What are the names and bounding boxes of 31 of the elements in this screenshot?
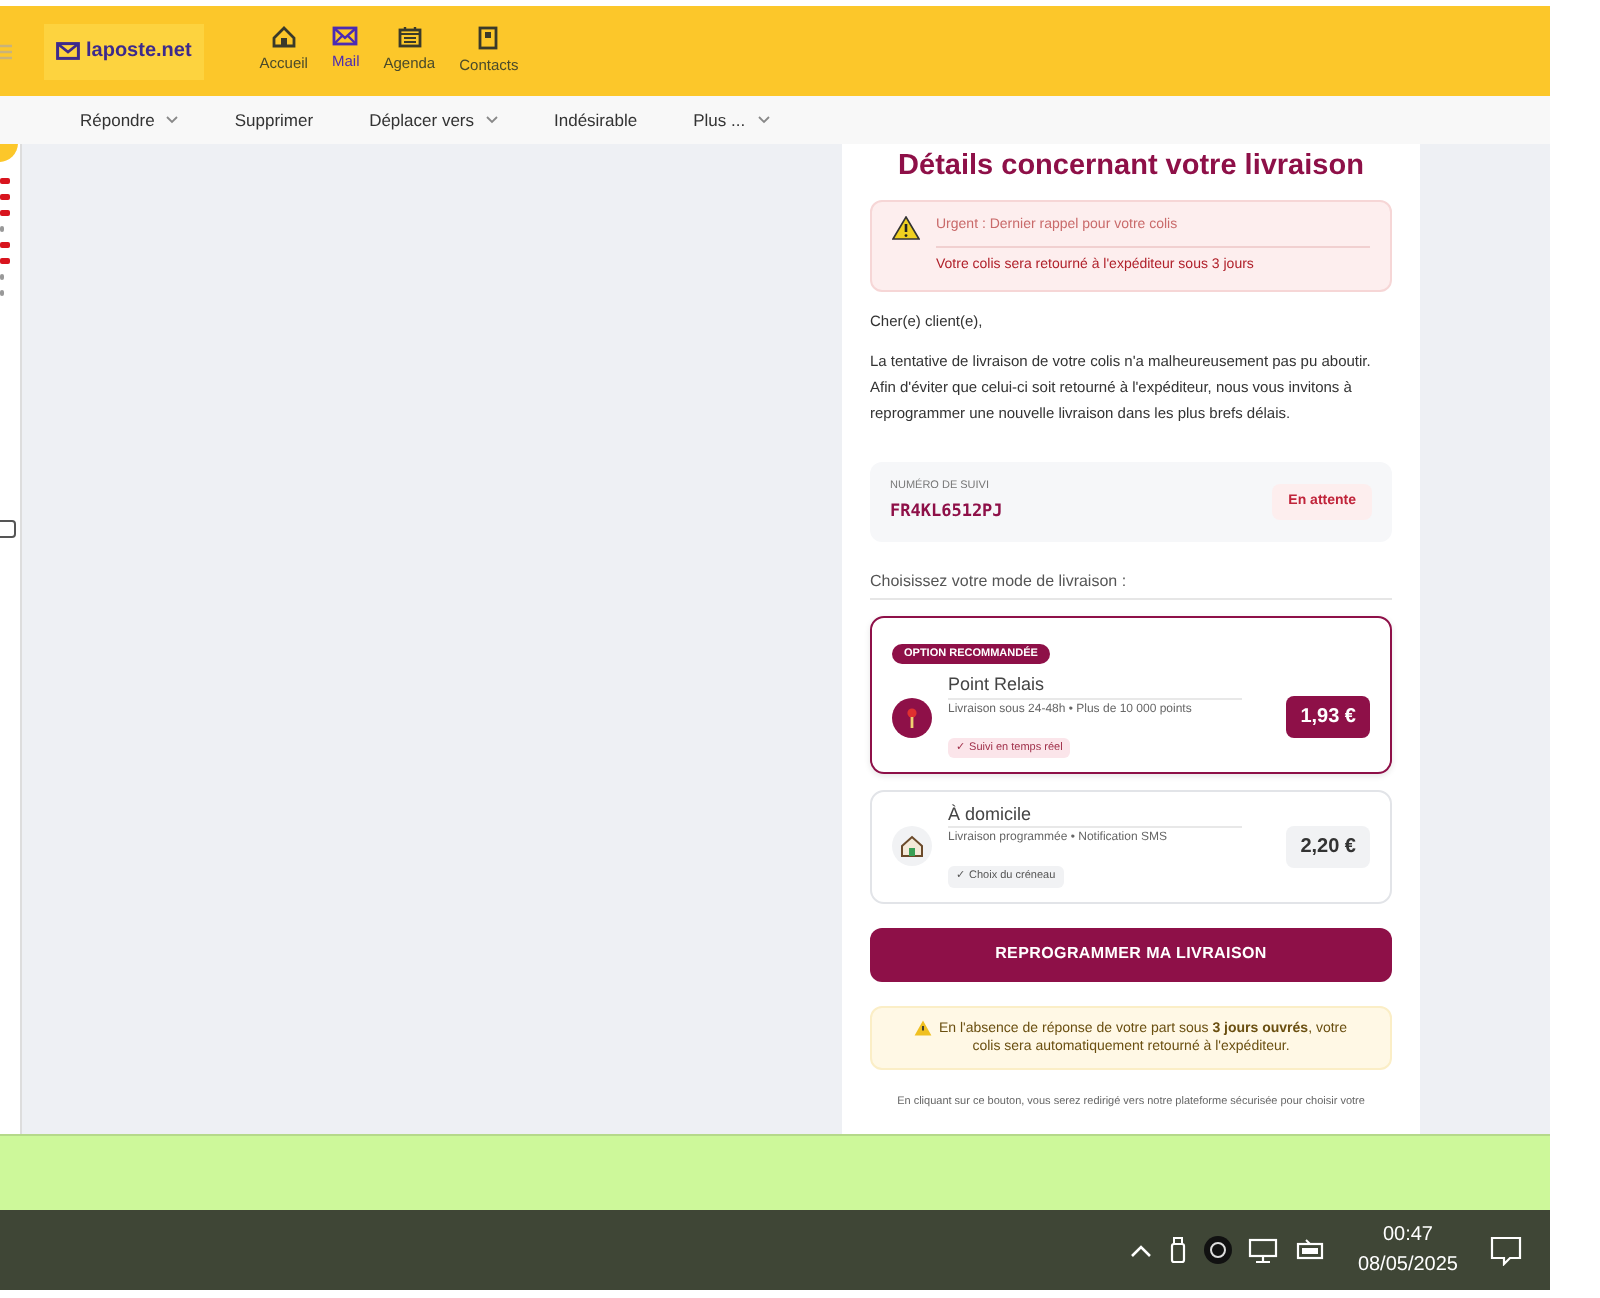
price: 1,93 € — [1286, 695, 1370, 739]
email-title: Détails concernant votre livraison — [896, 148, 1366, 184]
toolbar-button[interactable]: Supprimer — [214, 107, 334, 133]
clock[interactable]: 00:47 08/05/2025 — [1357, 1220, 1458, 1280]
home-icon — [271, 25, 296, 48]
option-name: À domicile — [948, 804, 1243, 829]
battery-icon[interactable] — [1295, 1238, 1326, 1262]
logo[interactable]: laposte.net — [44, 23, 204, 79]
section-label: Choisissez votre mode de livraison : — [870, 570, 1392, 600]
checkbox[interactable] — [0, 520, 16, 538]
calendar-icon — [397, 25, 422, 48]
house-icon — [892, 826, 932, 867]
notification-icon[interactable] — [1490, 1235, 1522, 1265]
toolbar-button[interactable]: Indésirable — [534, 107, 658, 133]
option-name: Point Relais — [948, 674, 1243, 700]
network-icon[interactable] — [1247, 1236, 1280, 1264]
mail-icon — [332, 25, 359, 46]
app-tray-icon[interactable] — [1203, 1236, 1232, 1264]
warning-icon — [914, 1019, 933, 1036]
contact-icon — [478, 25, 499, 50]
reschedule-button[interactable]: REPROGRAMMER MA LIVRAISON — [870, 927, 1392, 982]
chevron-up-icon[interactable] — [1129, 1243, 1152, 1257]
toolbar-button[interactable]: Répondre — [60, 107, 199, 133]
usb-drive-icon[interactable] — [1167, 1236, 1188, 1264]
warning-icon — [892, 216, 920, 240]
toolbar-button[interactable]: Plus ... — [673, 107, 790, 133]
pin-icon — [892, 697, 932, 738]
mail-icon — [56, 42, 80, 60]
toolbar-button[interactable]: Déplacer vers — [349, 107, 518, 133]
price: 2,20 € — [1286, 825, 1370, 869]
tracking-number: FR4KL6512PJ — [890, 500, 1003, 526]
